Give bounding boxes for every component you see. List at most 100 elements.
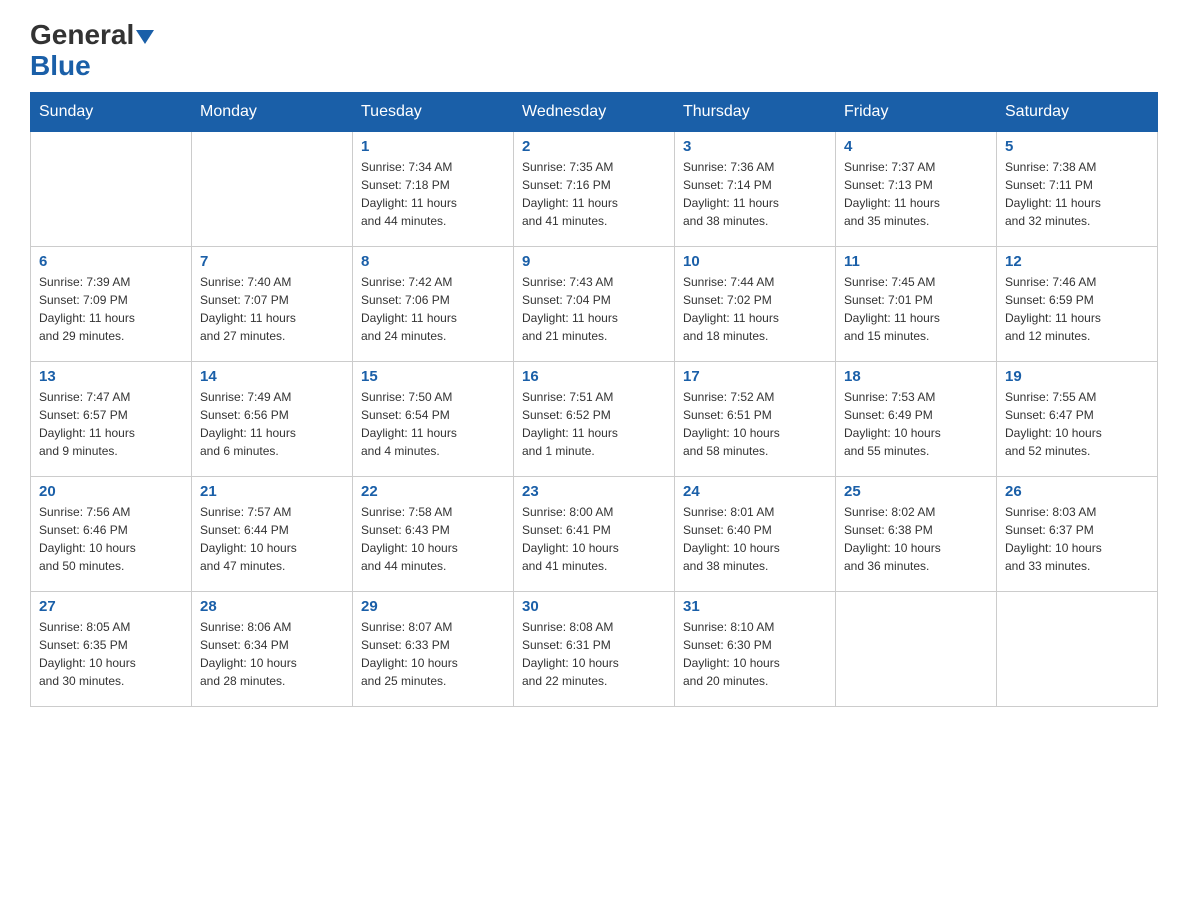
day-info: Sunrise: 7:39 AM Sunset: 7:09 PM Dayligh… [39,273,183,345]
day-info: Sunrise: 7:36 AM Sunset: 7:14 PM Dayligh… [683,158,827,230]
day-number: 17 [683,368,827,385]
day-info: Sunrise: 7:47 AM Sunset: 6:57 PM Dayligh… [39,388,183,460]
calendar-cell: 13 Sunrise: 7:47 AM Sunset: 6:57 PM Dayli… [31,361,192,476]
calendar-cell: 2Sunrise: 7:35 AM Sunset: 7:16 PM Daylig… [514,131,675,246]
day-info: Sunrise: 8:08 AM Sunset: 6:31 PM Dayligh… [522,618,666,690]
day-number: 12 [1005,253,1149,270]
calendar-cell: 12Sunrise: 7:46 AM Sunset: 6:59 PM Dayli… [997,246,1158,361]
calendar-cell: 3 Sunrise: 7:36 AM Sunset: 7:14 PM Daylig… [675,131,836,246]
day-info: Sunrise: 7:49 AM Sunset: 6:56 PM Dayligh… [200,388,344,460]
calendar-cell: 6 Sunrise: 7:39 AM Sunset: 7:09 PM Daylig… [31,246,192,361]
calendar-cell: 5 Sunrise: 7:38 AM Sunset: 7:11 PM Daylig… [997,131,1158,246]
day-number: 24 [683,483,827,500]
calendar-cell: 10 Sunrise: 7:44 AM Sunset: 7:02 PM Dayli… [675,246,836,361]
logo: General Blue [30,20,154,82]
day-info: Sunrise: 7:56 AM Sunset: 6:46 PM Dayligh… [39,503,183,575]
calendar-cell [192,131,353,246]
day-number: 25 [844,483,988,500]
calendar-cell: 30 Sunrise: 8:08 AM Sunset: 6:31 PM Dayli… [514,591,675,706]
day-number: 27 [39,598,183,615]
day-number: 15 [361,368,505,385]
day-header-saturday: Saturday [997,92,1158,131]
calendar-cell: 8 Sunrise: 7:42 AM Sunset: 7:06 PM Daylig… [353,246,514,361]
day-number: 30 [522,598,666,615]
days-header-row: SundayMondayTuesdayWednesdayThursdayFrid… [31,92,1158,131]
day-number: 1 [361,138,505,155]
day-number: 29 [361,598,505,615]
logo-triangle-icon [136,30,154,44]
day-info: Sunrise: 7:57 AM Sunset: 6:44 PM Dayligh… [200,503,344,575]
week-row-1: 6 Sunrise: 7:39 AM Sunset: 7:09 PM Daylig… [31,246,1158,361]
day-info: Sunrise: 8:06 AM Sunset: 6:34 PM Dayligh… [200,618,344,690]
day-number: 8 [361,253,505,270]
day-info: Sunrise: 7:44 AM Sunset: 7:02 PM Dayligh… [683,273,827,345]
day-info: Sunrise: 8:05 AM Sunset: 6:35 PM Dayligh… [39,618,183,690]
day-info: Sunrise: 7:58 AM Sunset: 6:43 PM Dayligh… [361,503,505,575]
day-info: Sunrise: 7:45 AM Sunset: 7:01 PM Dayligh… [844,273,988,345]
calendar-cell: 31 Sunrise: 8:10 AM Sunset: 6:30 PM Dayli… [675,591,836,706]
calendar-cell: 11 Sunrise: 7:45 AM Sunset: 7:01 PM Dayli… [836,246,997,361]
day-header-thursday: Thursday [675,92,836,131]
day-number: 9 [522,253,666,270]
calendar-cell [997,591,1158,706]
calendar-cell: 1 Sunrise: 7:34 AM Sunset: 7:18 PM Daylig… [353,131,514,246]
day-info: Sunrise: 7:35 AM Sunset: 7:16 PM Dayligh… [522,158,666,230]
day-number: 5 [1005,138,1149,155]
calendar-cell: 7 Sunrise: 7:40 AM Sunset: 7:07 PM Daylig… [192,246,353,361]
day-number: 14 [200,368,344,385]
day-number: 6 [39,253,183,270]
day-number: 18 [844,368,988,385]
day-info: Sunrise: 8:02 AM Sunset: 6:38 PM Dayligh… [844,503,988,575]
day-info: Sunrise: 7:42 AM Sunset: 7:06 PM Dayligh… [361,273,505,345]
calendar-cell: 17Sunrise: 7:52 AM Sunset: 6:51 PM Dayli… [675,361,836,476]
calendar-cell: 16 Sunrise: 7:51 AM Sunset: 6:52 PM Dayli… [514,361,675,476]
calendar-cell [31,131,192,246]
day-number: 22 [361,483,505,500]
calendar-cell: 29 Sunrise: 8:07 AM Sunset: 6:33 PM Dayli… [353,591,514,706]
day-number: 20 [39,483,183,500]
week-row-2: 13 Sunrise: 7:47 AM Sunset: 6:57 PM Dayli… [31,361,1158,476]
calendar-cell: 14 Sunrise: 7:49 AM Sunset: 6:56 PM Dayli… [192,361,353,476]
day-info: Sunrise: 7:51 AM Sunset: 6:52 PM Dayligh… [522,388,666,460]
day-number: 11 [844,253,988,270]
day-number: 7 [200,253,344,270]
week-row-0: 1 Sunrise: 7:34 AM Sunset: 7:18 PM Daylig… [31,131,1158,246]
calendar-cell: 25 Sunrise: 8:02 AM Sunset: 6:38 PM Dayli… [836,476,997,591]
day-number: 16 [522,368,666,385]
week-row-3: 20 Sunrise: 7:56 AM Sunset: 6:46 PM Dayli… [31,476,1158,591]
day-header-wednesday: Wednesday [514,92,675,131]
day-number: 23 [522,483,666,500]
day-info: Sunrise: 8:07 AM Sunset: 6:33 PM Dayligh… [361,618,505,690]
day-info: Sunrise: 7:53 AM Sunset: 6:49 PM Dayligh… [844,388,988,460]
logo-general-text: General [30,20,134,51]
calendar-cell: 19 Sunrise: 7:55 AM Sunset: 6:47 PM Dayli… [997,361,1158,476]
day-info: Sunrise: 7:43 AM Sunset: 7:04 PM Dayligh… [522,273,666,345]
calendar-cell: 15Sunrise: 7:50 AM Sunset: 6:54 PM Dayli… [353,361,514,476]
day-info: Sunrise: 8:10 AM Sunset: 6:30 PM Dayligh… [683,618,827,690]
page-header: General Blue [30,20,1158,82]
day-number: 31 [683,598,827,615]
calendar-cell: 27 Sunrise: 8:05 AM Sunset: 6:35 PM Dayli… [31,591,192,706]
calendar-cell: 20 Sunrise: 7:56 AM Sunset: 6:46 PM Dayli… [31,476,192,591]
day-number: 3 [683,138,827,155]
day-number: 10 [683,253,827,270]
week-row-4: 27 Sunrise: 8:05 AM Sunset: 6:35 PM Dayli… [31,591,1158,706]
calendar-cell: 26Sunrise: 8:03 AM Sunset: 6:37 PM Dayli… [997,476,1158,591]
calendar-table: SundayMondayTuesdayWednesdayThursdayFrid… [30,92,1158,707]
day-header-monday: Monday [192,92,353,131]
day-info: Sunrise: 7:37 AM Sunset: 7:13 PM Dayligh… [844,158,988,230]
day-number: 19 [1005,368,1149,385]
day-info: Sunrise: 7:40 AM Sunset: 7:07 PM Dayligh… [200,273,344,345]
day-info: Sunrise: 7:38 AM Sunset: 7:11 PM Dayligh… [1005,158,1149,230]
day-number: 4 [844,138,988,155]
calendar-cell: 28Sunrise: 8:06 AM Sunset: 6:34 PM Dayli… [192,591,353,706]
day-info: Sunrise: 7:34 AM Sunset: 7:18 PM Dayligh… [361,158,505,230]
day-number: 26 [1005,483,1149,500]
calendar-cell: 24Sunrise: 8:01 AM Sunset: 6:40 PM Dayli… [675,476,836,591]
day-info: Sunrise: 7:55 AM Sunset: 6:47 PM Dayligh… [1005,388,1149,460]
day-header-tuesday: Tuesday [353,92,514,131]
calendar-body: 1 Sunrise: 7:34 AM Sunset: 7:18 PM Daylig… [31,131,1158,706]
day-number: 21 [200,483,344,500]
day-info: Sunrise: 8:00 AM Sunset: 6:41 PM Dayligh… [522,503,666,575]
day-number: 13 [39,368,183,385]
